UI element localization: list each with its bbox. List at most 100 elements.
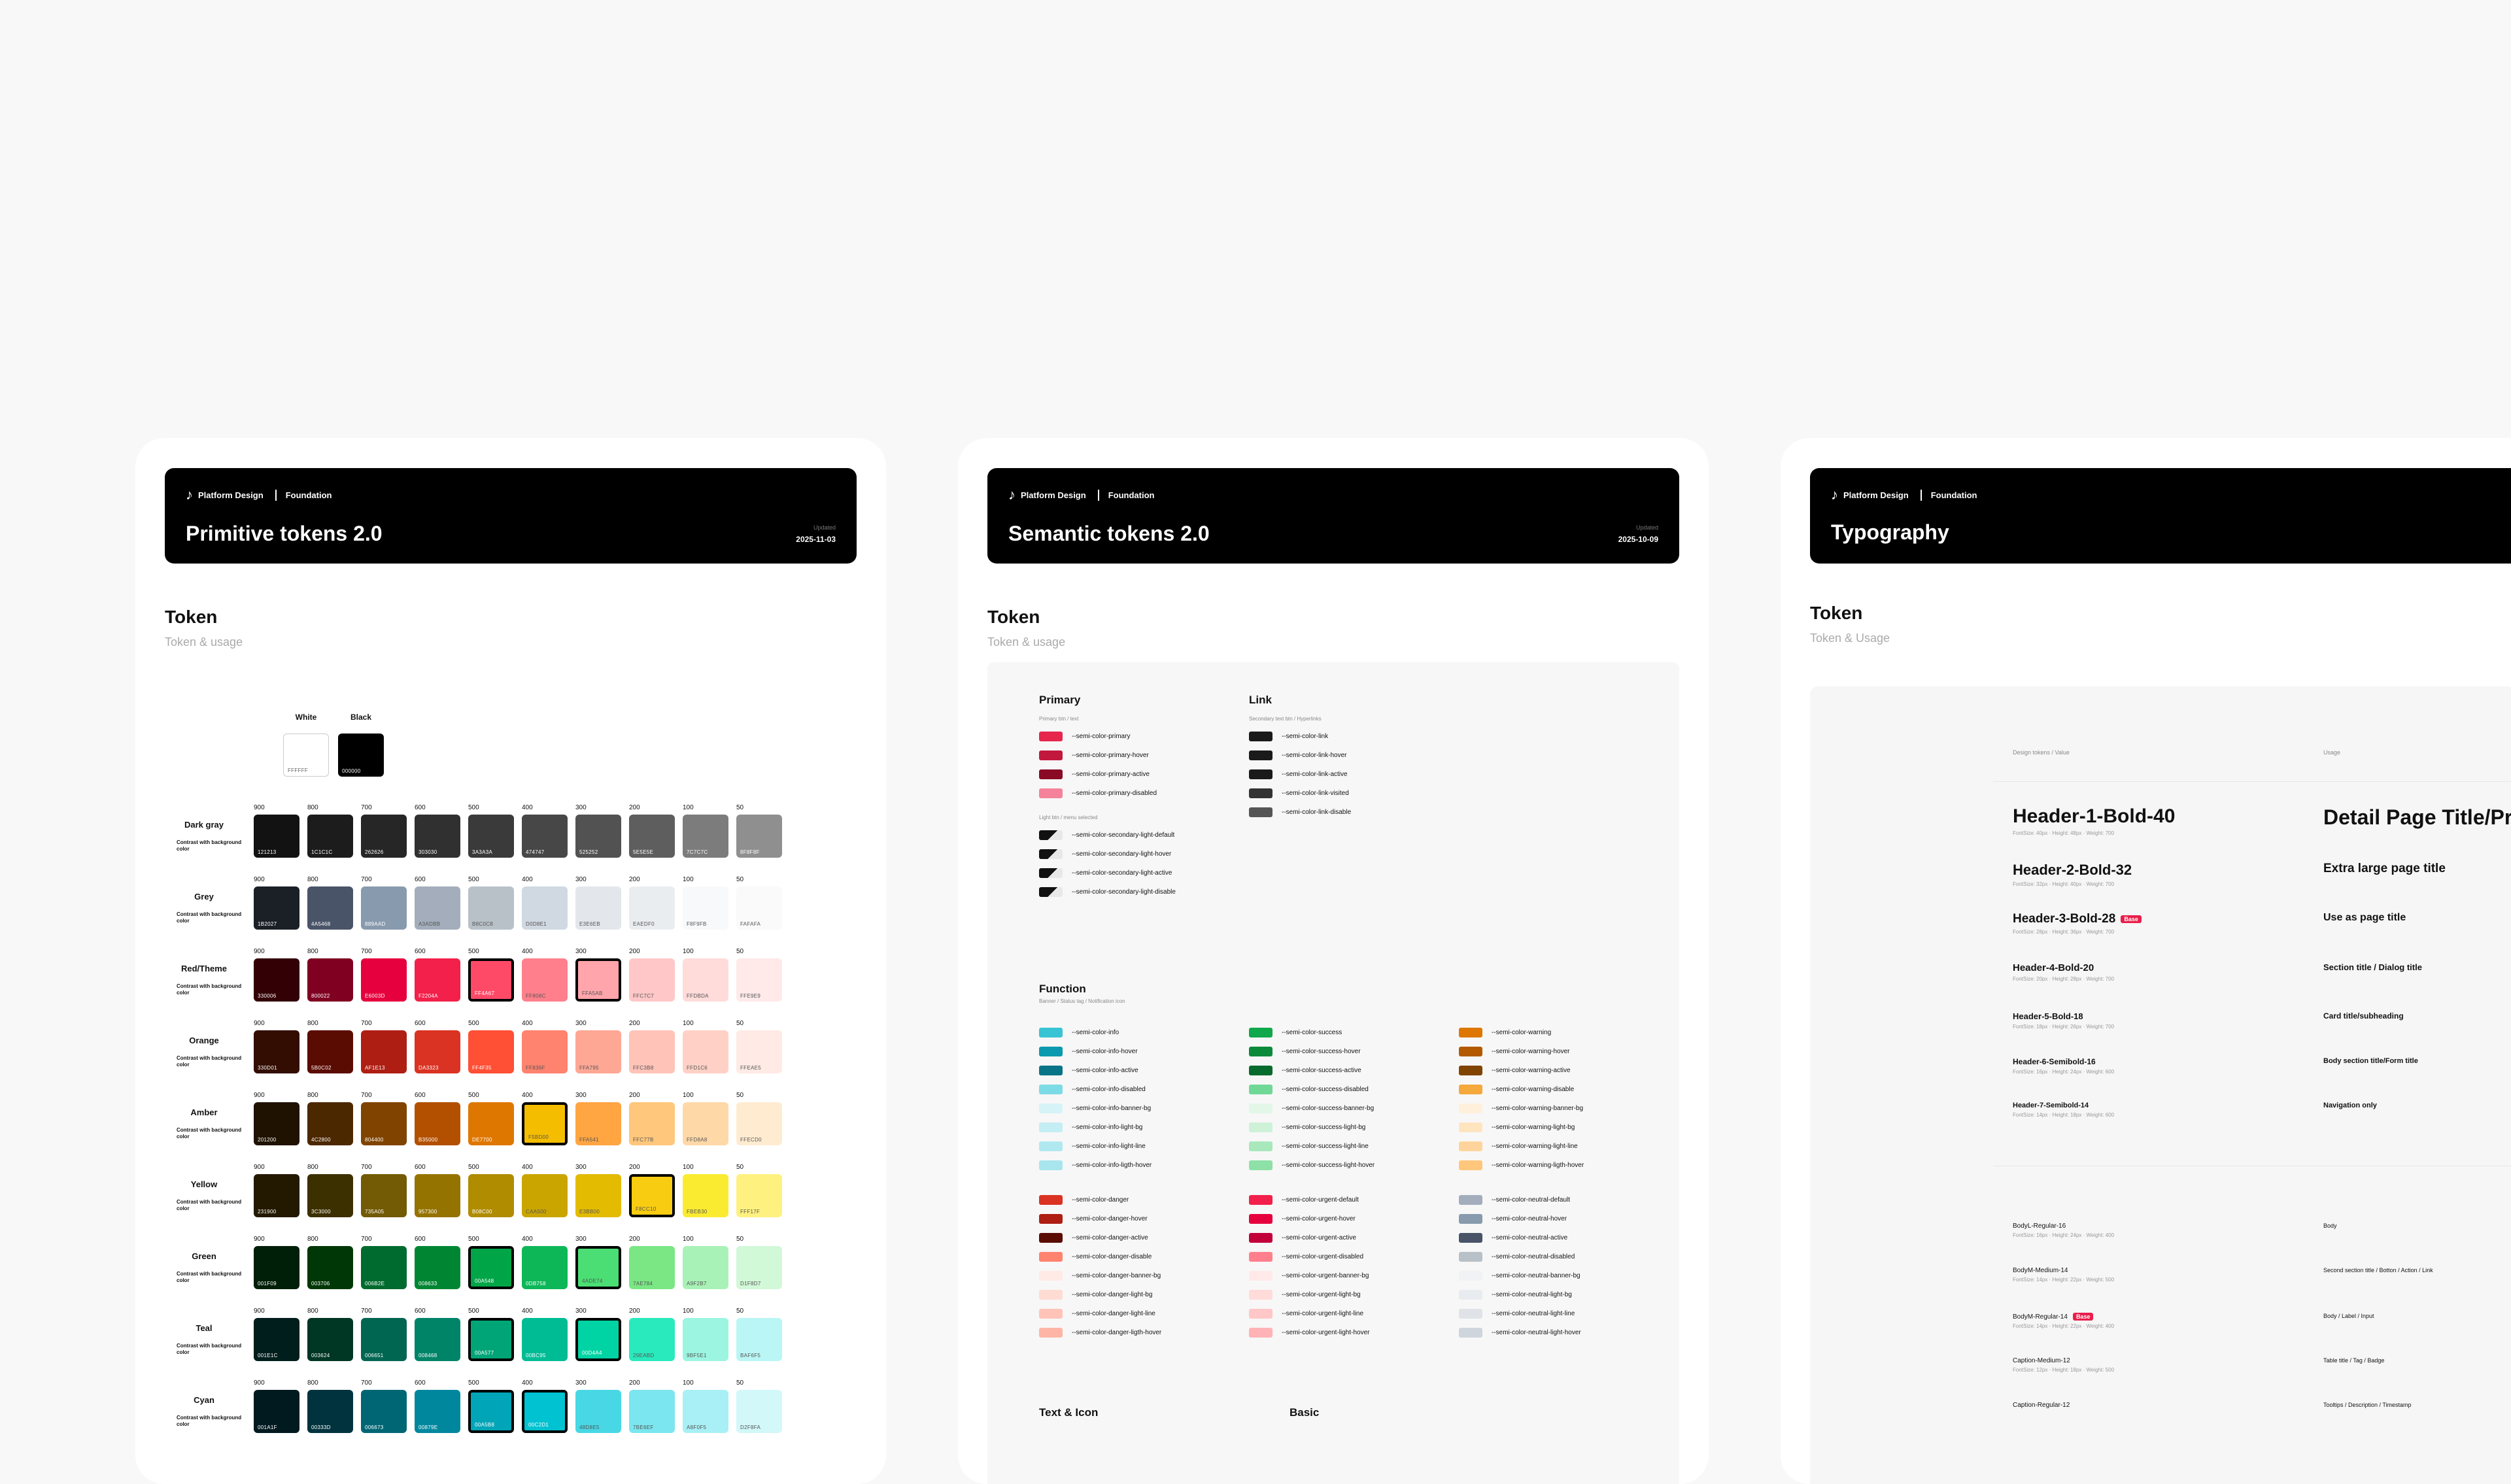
token-item[interactable]: --semi-color-warning-light-bg (1459, 1118, 1584, 1137)
color-swatch[interactable]: 889AAD (361, 886, 407, 930)
color-swatch[interactable]: A3ADBB (415, 886, 460, 930)
color-swatch[interactable]: 804400 (361, 1102, 407, 1145)
color-swatch[interactable]: 006651 (361, 1318, 407, 1361)
token-item[interactable]: --semi-color-urgent-banner-bg (1249, 1266, 1375, 1285)
color-swatch[interactable]: 00D4A4 (575, 1318, 621, 1361)
token-item[interactable]: --semi-color-secondary-light-default (1039, 826, 1176, 845)
color-swatch[interactable]: BAF6F5 (736, 1318, 782, 1361)
token-item[interactable]: --semi-color-danger-light-bg (1039, 1285, 1161, 1304)
color-swatch[interactable]: 1B2027 (254, 886, 299, 930)
token-item[interactable]: --semi-color-link-hover (1249, 746, 1351, 765)
color-swatch[interactable]: E3BB00 (575, 1174, 621, 1217)
color-swatch[interactable]: 008633 (415, 1246, 460, 1289)
color-swatch[interactable]: FFA795 (575, 1030, 621, 1073)
token-item[interactable]: --semi-color-danger (1039, 1190, 1161, 1209)
color-swatch[interactable]: 121213 (254, 815, 299, 858)
color-swatch[interactable]: 00BC95 (522, 1318, 568, 1361)
color-swatch[interactable]: FF836F (522, 1030, 568, 1073)
color-swatch[interactable]: FFD8A8 (683, 1102, 728, 1145)
color-swatch[interactable]: B8C0C8 (468, 886, 514, 930)
token-item[interactable]: --semi-color-neutral-hover (1459, 1209, 1584, 1228)
color-swatch[interactable]: FF808C (522, 958, 568, 1002)
token-item[interactable]: --semi-color-urgent-light-line (1249, 1304, 1375, 1323)
token-item[interactable]: --semi-color-secondary-light-active (1039, 864, 1176, 883)
color-swatch[interactable]: 00333D (307, 1390, 353, 1433)
color-swatch[interactable]: 00A548 (468, 1246, 514, 1289)
color-swatch[interactable]: D2F8FA (736, 1390, 782, 1433)
token-item[interactable]: --semi-color-urgent-disabled (1249, 1247, 1375, 1266)
token-item[interactable]: --semi-color-danger-banner-bg (1039, 1266, 1161, 1285)
token-item[interactable]: --semi-color-info-active (1039, 1061, 1161, 1080)
token-item[interactable]: --semi-color-neutral-light-line (1459, 1304, 1584, 1323)
color-swatch[interactable]: 00C2D1 (522, 1390, 568, 1433)
color-swatch[interactable]: 001F09 (254, 1246, 299, 1289)
token-item[interactable]: --semi-color-success-active (1249, 1061, 1375, 1080)
color-swatch[interactable]: 3A3A3A (468, 815, 514, 858)
token-item[interactable]: --semi-color-urgent-default (1249, 1190, 1375, 1209)
color-swatch[interactable]: 231900 (254, 1174, 299, 1217)
color-swatch[interactable]: E3E6EB (575, 886, 621, 930)
token-item[interactable]: --semi-color-primary-disabled (1039, 784, 1176, 803)
color-swatch[interactable]: 001A1F (254, 1390, 299, 1433)
token-item[interactable]: --semi-color-urgent-hover (1249, 1209, 1375, 1228)
color-swatch[interactable]: 303030 (415, 815, 460, 858)
color-swatch[interactable]: FFECD0 (736, 1102, 782, 1145)
token-item[interactable]: --semi-color-warning-banner-bg (1459, 1099, 1584, 1118)
color-swatch[interactable]: F8CC10 (629, 1174, 675, 1217)
color-swatch[interactable]: 4ADE74 (575, 1246, 621, 1289)
color-swatch[interactable]: FFE9E9 (736, 958, 782, 1002)
color-swatch[interactable]: 7AE784 (629, 1246, 675, 1289)
color-swatch[interactable]: 7C7C7C (683, 815, 728, 858)
token-item[interactable]: --semi-color-danger-active (1039, 1228, 1161, 1247)
color-swatch[interactable]: 9BF5E1 (683, 1318, 728, 1361)
token-item[interactable]: --semi-color-info-disabled (1039, 1080, 1161, 1099)
color-swatch[interactable]: 8F8F8F (736, 815, 782, 858)
token-item[interactable]: --semi-color-link-disable (1249, 803, 1351, 822)
color-swatch[interactable]: CAA500 (522, 1174, 568, 1217)
color-swatch[interactable]: DA3323 (415, 1030, 460, 1073)
color-swatch[interactable]: FFA5AB (575, 958, 621, 1002)
color-swatch[interactable]: E6003D (361, 958, 407, 1002)
token-item[interactable]: --semi-color-secondary-light-hover (1039, 845, 1176, 864)
white-swatch[interactable]: FFFFFF (283, 734, 329, 777)
color-swatch[interactable]: FFF17F (736, 1174, 782, 1217)
token-item[interactable]: --semi-color-danger-ligth-hover (1039, 1323, 1161, 1342)
color-swatch[interactable]: 003706 (307, 1246, 353, 1289)
color-swatch[interactable]: 262626 (361, 815, 407, 858)
color-swatch[interactable]: F2204A (415, 958, 460, 1002)
color-swatch[interactable]: 0DB758 (522, 1246, 568, 1289)
token-item[interactable]: --semi-color-info-light-bg (1039, 1118, 1161, 1137)
token-item[interactable]: --semi-color-link-active (1249, 765, 1351, 784)
token-item[interactable]: --semi-color-primary-hover (1039, 746, 1176, 765)
token-item[interactable]: --semi-color-success-disabled (1249, 1080, 1375, 1099)
token-item[interactable]: --semi-color-success-light-bg (1249, 1118, 1375, 1137)
color-swatch[interactable]: 48D8E5 (575, 1390, 621, 1433)
token-item[interactable]: --semi-color-danger-disable (1039, 1247, 1161, 1266)
token-item[interactable]: --semi-color-neutral-default (1459, 1190, 1584, 1209)
token-item[interactable]: --semi-color-info-hover (1039, 1042, 1161, 1061)
color-swatch[interactable]: 4A5468 (307, 886, 353, 930)
color-swatch[interactable]: 735A05 (361, 1174, 407, 1217)
color-swatch[interactable]: D1F8D7 (736, 1246, 782, 1289)
color-swatch[interactable]: B08C00 (468, 1174, 514, 1217)
color-swatch[interactable]: EAEDF0 (629, 886, 675, 930)
color-swatch[interactable]: 800022 (307, 958, 353, 1002)
token-item[interactable]: --semi-color-warning (1459, 1023, 1584, 1042)
token-item[interactable]: --semi-color-urgent-light-hover (1249, 1323, 1375, 1342)
token-item[interactable]: --semi-color-primary (1039, 727, 1176, 746)
color-swatch[interactable]: FF4A67 (468, 958, 514, 1002)
token-item[interactable]: --semi-color-warning-light-line (1459, 1137, 1584, 1156)
token-item[interactable]: --semi-color-link (1249, 727, 1351, 746)
color-swatch[interactable]: 00A577 (468, 1318, 514, 1361)
color-swatch[interactable]: 5B0C02 (307, 1030, 353, 1073)
color-swatch[interactable]: 5E5E5E (629, 815, 675, 858)
token-item[interactable]: --semi-color-neutral-light-hover (1459, 1323, 1584, 1342)
color-swatch[interactable]: FFDBDA (683, 958, 728, 1002)
token-item[interactable]: --semi-color-info (1039, 1023, 1161, 1042)
token-item[interactable]: --semi-color-link-visited (1249, 784, 1351, 803)
token-item[interactable]: --semi-color-neutral-light-bg (1459, 1285, 1584, 1304)
color-swatch[interactable]: FF4F35 (468, 1030, 514, 1073)
token-item[interactable]: --semi-color-neutral-disabled (1459, 1247, 1584, 1266)
token-item[interactable]: --semi-color-warning-active (1459, 1061, 1584, 1080)
token-item[interactable]: --semi-color-success-banner-bg (1249, 1099, 1375, 1118)
